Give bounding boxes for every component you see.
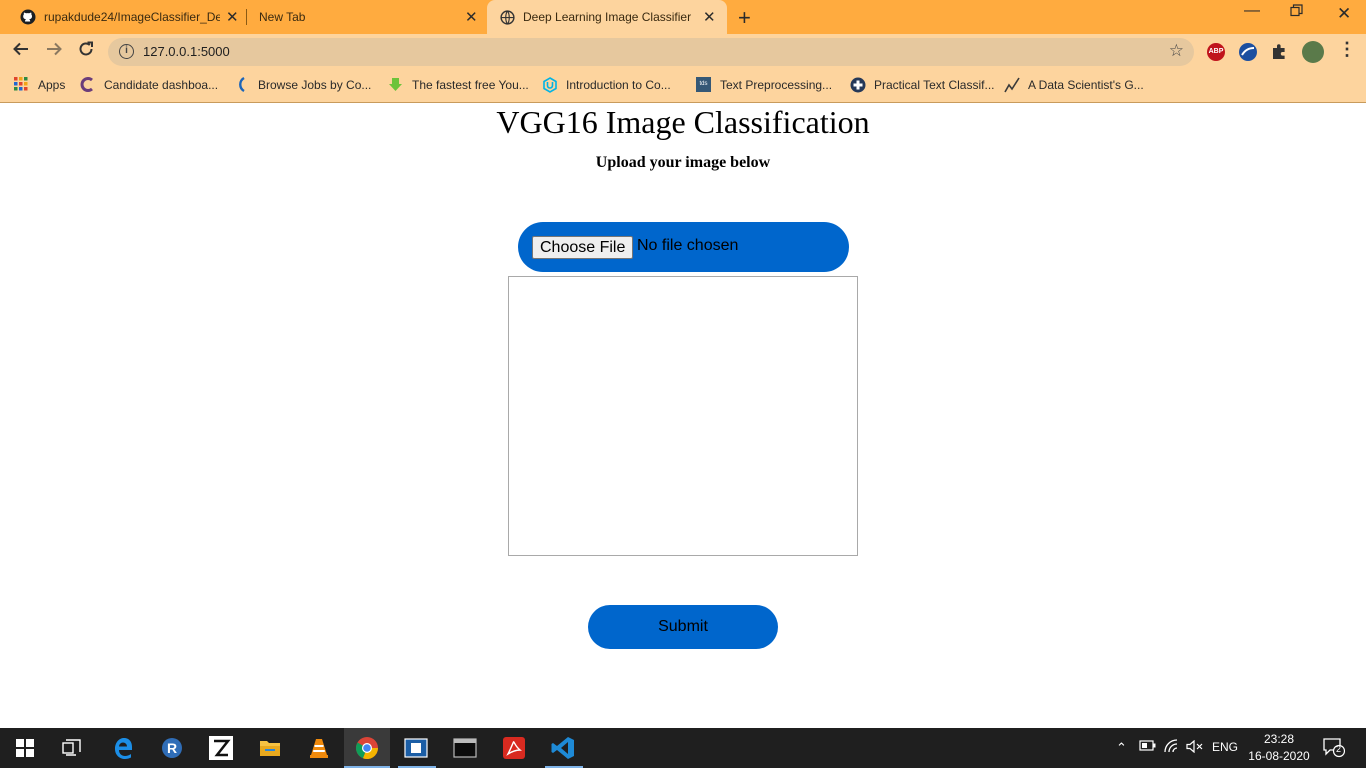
zeal-app-icon[interactable] [209, 736, 233, 760]
adblock-plus-icon[interactable]: ABP [1207, 43, 1225, 61]
file-upload-container: Choose File No file chosen [518, 222, 849, 272]
bookmark-label: Browse Jobs by Co... [258, 77, 372, 92]
forward-arrow-icon[interactable] [45, 40, 63, 64]
chrome-browser-icon[interactable] [355, 736, 379, 760]
system-clock[interactable]: 23:28 16-08-2020 [1248, 731, 1310, 765]
browser-toolbar: i 127.0.0.1:5000 ☆ ABP ⋮ [0, 34, 1366, 70]
extensions-puzzle-icon[interactable] [1271, 43, 1289, 61]
chevron-up-icon[interactable]: ⌃ [1116, 740, 1127, 756]
r-language-icon[interactable]: R [160, 736, 184, 760]
bookmark-label: The fastest free You... [412, 77, 529, 92]
tab-strip: rupakdude24/ImageClassifier_De ✕ New Tab… [0, 0, 1366, 34]
udacity-icon [542, 77, 557, 93]
tab-deep-learning-classifier[interactable]: Deep Learning Image Classifier ✕ [487, 0, 727, 34]
vlc-player-icon[interactable] [307, 736, 331, 760]
chart-line-icon [1004, 77, 1020, 93]
choose-file-button[interactable]: Choose File [532, 236, 634, 259]
close-icon[interactable]: ✕ [703, 8, 716, 26]
bookmark-label: Apps [38, 77, 66, 92]
bookmark-browse-jobs[interactable]: Browse Jobs by Co... [234, 76, 372, 93]
apps-grid-icon [14, 77, 29, 92]
menu-kebab-icon[interactable]: ⋮ [1338, 39, 1356, 60]
profile-avatar[interactable] [1302, 41, 1324, 63]
tab-new-tab[interactable]: New Tab ✕ [247, 0, 487, 34]
language-indicator[interactable]: ENG [1212, 740, 1238, 754]
notifications-icon[interactable]: 2 [1323, 738, 1346, 761]
battery-icon[interactable] [1139, 740, 1156, 754]
close-icon[interactable]: ✕ [465, 8, 478, 26]
site-info-icon[interactable]: i [119, 44, 134, 59]
globe-icon [499, 9, 515, 25]
jobs-icon [234, 76, 249, 93]
file-explorer-icon[interactable] [258, 736, 282, 760]
bookmark-label: Introduction to Co... [566, 77, 671, 92]
minimize-icon[interactable]: — [1244, 2, 1260, 20]
window-close-icon[interactable]: ✕ [1337, 4, 1351, 24]
bookmarks-bar: Apps Candidate dashboa... Browse Jobs by… [0, 70, 1366, 102]
bookmark-label: Text Preprocessing... [720, 77, 833, 92]
close-icon[interactable]: ✕ [226, 8, 239, 26]
medical-cross-icon [850, 77, 866, 93]
bookmark-candidate-dashboard[interactable]: Candidate dashboa... [80, 77, 218, 92]
bookmark-label: Practical Text Classif... [874, 77, 995, 92]
download-arrow-icon [388, 77, 403, 92]
task-view-icon[interactable] [60, 736, 84, 760]
address-bar[interactable]: i 127.0.0.1:5000 ☆ [108, 38, 1194, 66]
github-icon [20, 9, 36, 25]
submit-button[interactable]: Submit [588, 605, 778, 649]
bookmark-practical-text[interactable]: Practical Text Classif... [850, 77, 995, 93]
back-arrow-icon[interactable] [12, 40, 30, 64]
svg-text:R: R [167, 740, 177, 756]
edge-browser-icon[interactable] [111, 736, 135, 760]
url-text: 127.0.0.1:5000 [143, 44, 230, 59]
candidate-icon [80, 77, 95, 92]
vscode-icon[interactable] [551, 736, 575, 760]
windows-start-icon[interactable] [13, 736, 37, 760]
reload-icon[interactable] [77, 40, 95, 64]
page-title: VGG16 Image Classification [496, 104, 870, 140]
windows-taskbar: R ⌃ ENG 23:28 16-08-2020 2 [0, 728, 1366, 768]
tds-icon: tds [696, 77, 711, 92]
bookmark-introduction[interactable]: Introduction to Co... [542, 77, 671, 93]
page-subtitle: Upload your image below [595, 154, 771, 171]
image-preview-box [508, 276, 858, 556]
tab-title: rupakdude24/ImageClassifier_De [44, 10, 220, 24]
bookmark-star-icon[interactable]: ☆ [1169, 41, 1184, 61]
video-editor-icon[interactable] [404, 736, 428, 760]
page-content: VGG16 Image Classification Upload your i… [0, 103, 1366, 728]
terminal-icon[interactable] [453, 736, 477, 760]
file-status-text: No file chosen [637, 237, 739, 254]
bookmark-data-scientist[interactable]: A Data Scientist's G... [1004, 77, 1144, 93]
restore-icon[interactable] [1290, 4, 1303, 21]
clock-date: 16-08-2020 [1248, 749, 1310, 763]
tab-title: New Tab [259, 10, 306, 24]
clock-time: 23:28 [1263, 732, 1295, 746]
bookmark-label: A Data Scientist's G... [1028, 77, 1144, 92]
tab-github[interactable]: rupakdude24/ImageClassifier_De ✕ [0, 0, 246, 34]
bookmark-fastest-free[interactable]: The fastest free You... [388, 77, 529, 92]
volume-muted-icon[interactable] [1186, 739, 1203, 756]
wifi-icon[interactable] [1164, 739, 1180, 756]
bookmark-label: Candidate dashboa... [104, 77, 219, 92]
bookmark-apps[interactable]: Apps [14, 77, 65, 92]
notification-count: 2 [1336, 744, 1342, 754]
extension-globe-icon[interactable] [1239, 43, 1257, 61]
tab-title: Deep Learning Image Classifier [523, 10, 692, 24]
browser-chrome: rupakdude24/ImageClassifier_De ✕ New Tab… [0, 0, 1366, 103]
bookmark-text-preprocessing[interactable]: tds Text Preprocessing... [696, 77, 832, 92]
acrobat-reader-icon[interactable] [502, 736, 526, 760]
new-tab-plus-icon[interactable]: + [738, 5, 751, 31]
